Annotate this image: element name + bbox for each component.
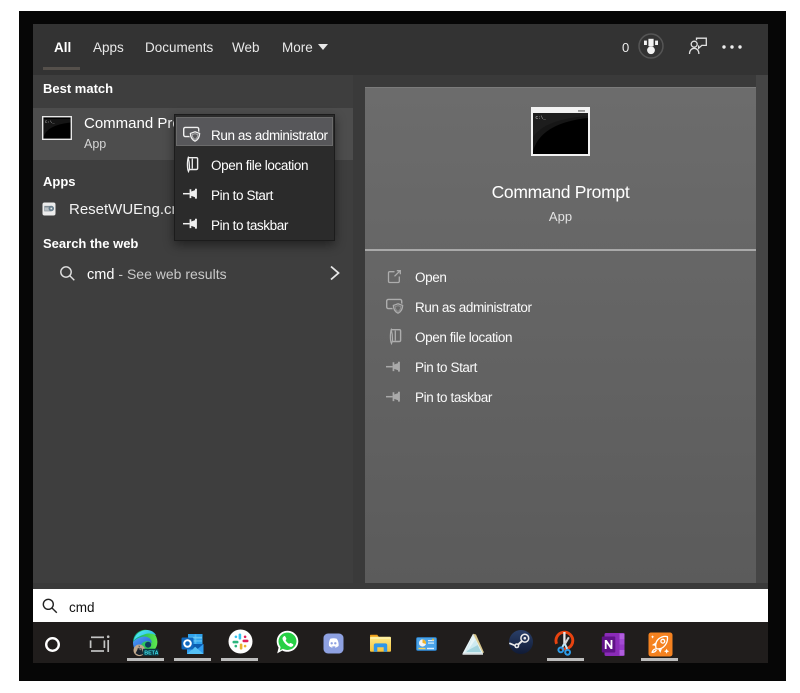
svg-text:BETA: BETA — [144, 650, 158, 656]
svg-text:C:\_: C:\_ — [536, 116, 547, 121]
svg-text:C:\_: C:\_ — [45, 120, 55, 125]
